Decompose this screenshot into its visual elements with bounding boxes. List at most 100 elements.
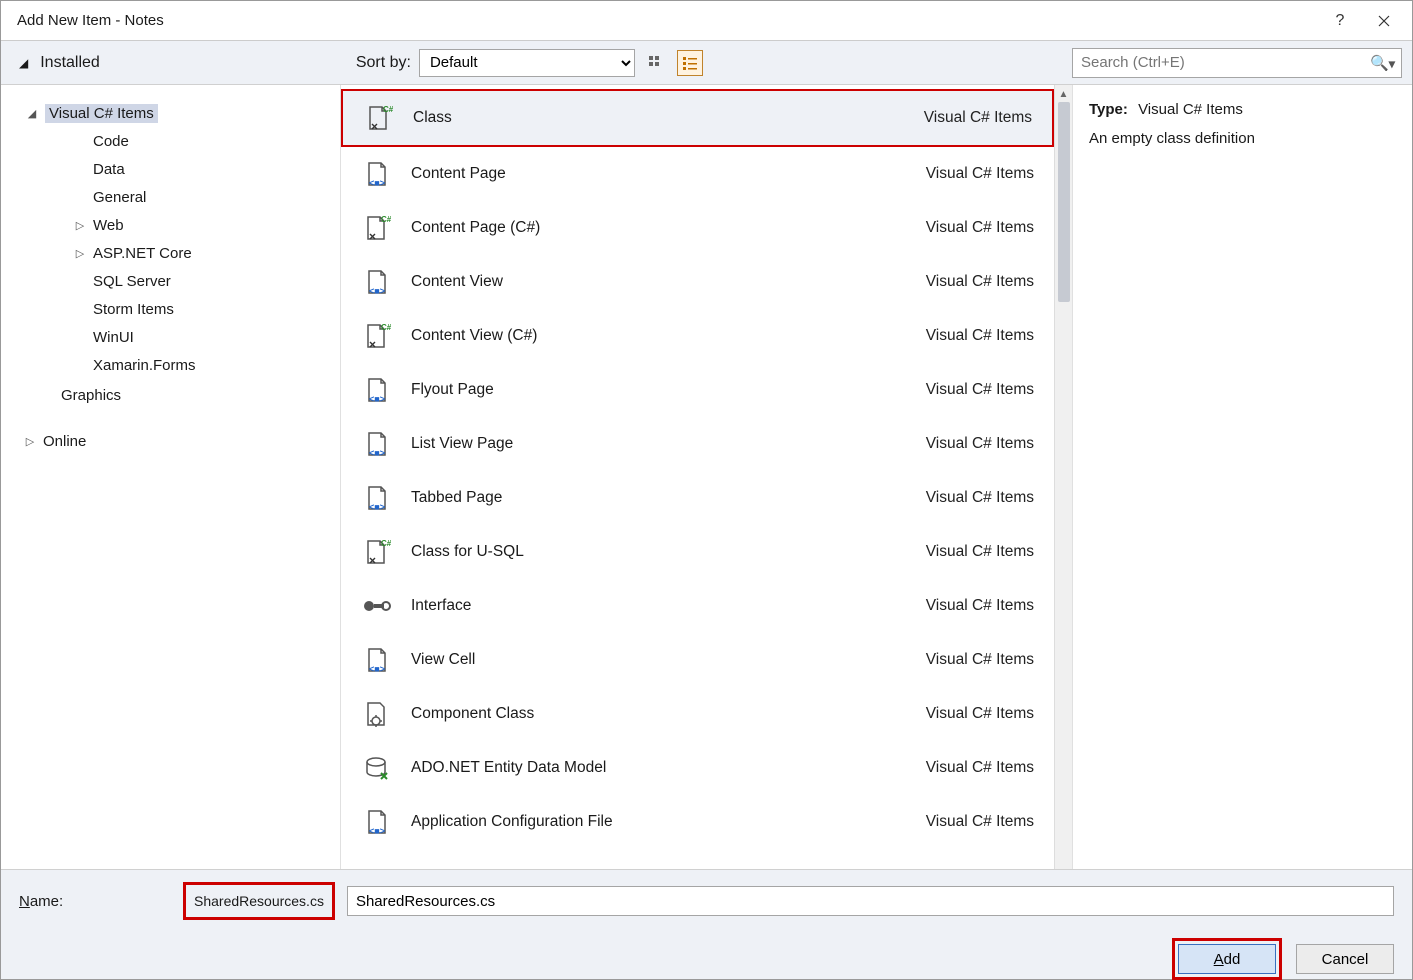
template-item-category: Visual C# Items	[926, 651, 1034, 669]
scroll-up-icon[interactable]: ▲	[1059, 89, 1069, 100]
toolbar: ◢ Installed Sort by: Default 🔍▾	[1, 41, 1412, 85]
xaml-icon: <■>	[359, 427, 393, 461]
template-item-name: Component Class	[411, 705, 908, 723]
xaml-icon: <■>	[359, 265, 393, 299]
name-input[interactable]	[347, 886, 1394, 916]
tree-item[interactable]: Xamarin.Forms	[23, 351, 330, 379]
tree-item[interactable]: Data	[23, 155, 330, 183]
svg-text:<■>: <■>	[369, 502, 385, 512]
template-item-category: Visual C# Items	[926, 489, 1034, 507]
svg-text:<■>: <■>	[369, 448, 385, 458]
template-item-name: Class for U-SQL	[411, 543, 908, 561]
tree-item-graphics[interactable]: Graphics	[23, 381, 330, 409]
tree-item[interactable]: Code	[23, 127, 330, 155]
name-highlight: SharedResources.cs	[183, 882, 335, 920]
dialog-body: ◢ Visual C# Items CodeData General ▷ Web ▷ AS…	[1, 85, 1412, 869]
tree-item-label: Web	[93, 217, 124, 234]
tree-item[interactable]: SQL Server	[23, 267, 330, 295]
svg-text:<■>: <■>	[369, 286, 385, 296]
xaml-icon: <■>	[359, 643, 393, 677]
tree-root-visual-csharp-items[interactable]: ◢ Visual C# Items	[23, 99, 330, 127]
template-item[interactable]: <■>Flyout PageVisual C# Items	[341, 363, 1054, 417]
add-button-highlight: Add	[1172, 938, 1282, 980]
xaml-icon: <■>	[359, 157, 393, 191]
svg-text:C#: C#	[381, 215, 391, 224]
titlebar: Add New Item - Notes ?	[1, 1, 1412, 41]
tree-item[interactable]: WinUI	[23, 323, 330, 351]
template-item-name: Content View	[411, 273, 908, 291]
button-row: Add Cancel	[19, 938, 1394, 980]
svg-text:C#: C#	[383, 105, 393, 114]
template-item[interactable]: C#ClassVisual C# Items	[341, 89, 1054, 147]
view-small-icons-button[interactable]	[677, 50, 703, 76]
xaml-icon: <■>	[359, 373, 393, 407]
dialog-window: Add New Item - Notes ? ◢ Installed Sort …	[0, 0, 1413, 980]
view-medium-icons-button[interactable]	[643, 50, 669, 76]
cs-class-icon: C#	[359, 211, 393, 245]
close-button[interactable]	[1362, 1, 1406, 41]
template-item-name: View Cell	[411, 651, 908, 669]
sortby-select[interactable]: Default	[419, 49, 635, 77]
chevron-right-icon: ▷	[73, 247, 87, 260]
tree-group-online[interactable]: ▷ Online	[23, 427, 330, 455]
installed-toggle-icon[interactable]: ◢	[19, 56, 28, 70]
tree-online-label: Online	[43, 433, 86, 450]
template-item[interactable]: <■>List View PageVisual C# Items	[341, 417, 1054, 471]
interface-icon	[359, 589, 393, 623]
tree-item[interactable]: General	[23, 183, 330, 211]
template-item-category: Visual C# Items	[924, 109, 1032, 127]
template-item[interactable]: C#Content View (C#)Visual C# Items	[341, 309, 1054, 363]
search-icon[interactable]: 🔍▾	[1370, 54, 1395, 72]
search-input[interactable]	[1079, 53, 1370, 72]
template-item[interactable]: <■> View Cell Visual C# Items	[341, 633, 1054, 687]
template-item-name: Content View (C#)	[411, 327, 908, 345]
template-item[interactable]: InterfaceVisual C# Items	[341, 579, 1054, 633]
component-icon	[359, 697, 393, 731]
cs-class-icon: C#	[359, 319, 393, 353]
tree-item-label: WinUI	[93, 329, 134, 346]
template-item[interactable]: C#Content Page (C#)Visual C# Items	[341, 201, 1054, 255]
template-item[interactable]: <■>Application Configuration FileVisual …	[341, 795, 1054, 849]
search-box[interactable]: 🔍▾	[1072, 48, 1402, 78]
tree-item-label: Graphics	[61, 387, 121, 404]
tree-item-label: Xamarin.Forms	[93, 357, 196, 374]
cs-class-icon: C#	[361, 101, 395, 135]
template-item[interactable]: C#Class for U-SQLVisual C# Items	[341, 525, 1054, 579]
template-item[interactable]: Component ClassVisual C# Items	[341, 687, 1054, 741]
chevron-right-icon: ▷	[73, 219, 87, 232]
tree-item-label: General	[93, 189, 146, 206]
add-button[interactable]: Add	[1178, 944, 1276, 974]
name-label: Name:	[19, 893, 169, 910]
template-item[interactable]: <■>Tabbed PageVisual C# Items	[341, 471, 1054, 525]
cs-class-icon: C#	[359, 535, 393, 569]
tree-item[interactable]: ▷ ASP.NET Core	[23, 239, 330, 267]
xaml-icon: <■>	[359, 805, 393, 839]
scrollbar-thumb[interactable]	[1058, 102, 1070, 302]
svg-text:C#: C#	[381, 323, 391, 332]
list-icon	[682, 55, 698, 71]
center-pane: C#ClassVisual C# Items<■>Content PageVis…	[341, 85, 1072, 869]
close-icon	[1378, 15, 1390, 27]
xaml-icon: <■>	[359, 481, 393, 515]
details-type-value: Visual C# Items	[1138, 101, 1243, 118]
vertical-scrollbar[interactable]: ▲	[1054, 85, 1072, 869]
template-item-category: Visual C# Items	[926, 813, 1034, 831]
sortby-label: Sort by:	[356, 54, 411, 72]
ado-icon	[359, 751, 393, 785]
template-item[interactable]: <■>Content PageVisual C# Items	[341, 147, 1054, 201]
details-type-row: Type: Visual C# Items	[1089, 101, 1396, 118]
tree-item[interactable]: ▷ Web	[23, 211, 330, 239]
template-item-name: Content Page (C#)	[411, 219, 908, 237]
tree-item-label: SQL Server	[93, 273, 171, 290]
tree-item-label: ASP.NET Core	[93, 245, 192, 262]
installed-label[interactable]: Installed	[40, 54, 100, 72]
help-button[interactable]: ?	[1318, 1, 1362, 41]
template-item[interactable]: ADO.NET Entity Data ModelVisual C# Items	[341, 741, 1054, 795]
window-title: Add New Item - Notes	[17, 12, 1318, 29]
tree-item[interactable]: Storm Items	[23, 295, 330, 323]
template-item[interactable]: <■>Content ViewVisual C# Items	[341, 255, 1054, 309]
svg-text:<■>: <■>	[369, 664, 385, 674]
cancel-button[interactable]: Cancel	[1296, 944, 1394, 974]
tree-item-label: Storm Items	[93, 301, 174, 318]
template-item-name: Flyout Page	[411, 381, 908, 399]
